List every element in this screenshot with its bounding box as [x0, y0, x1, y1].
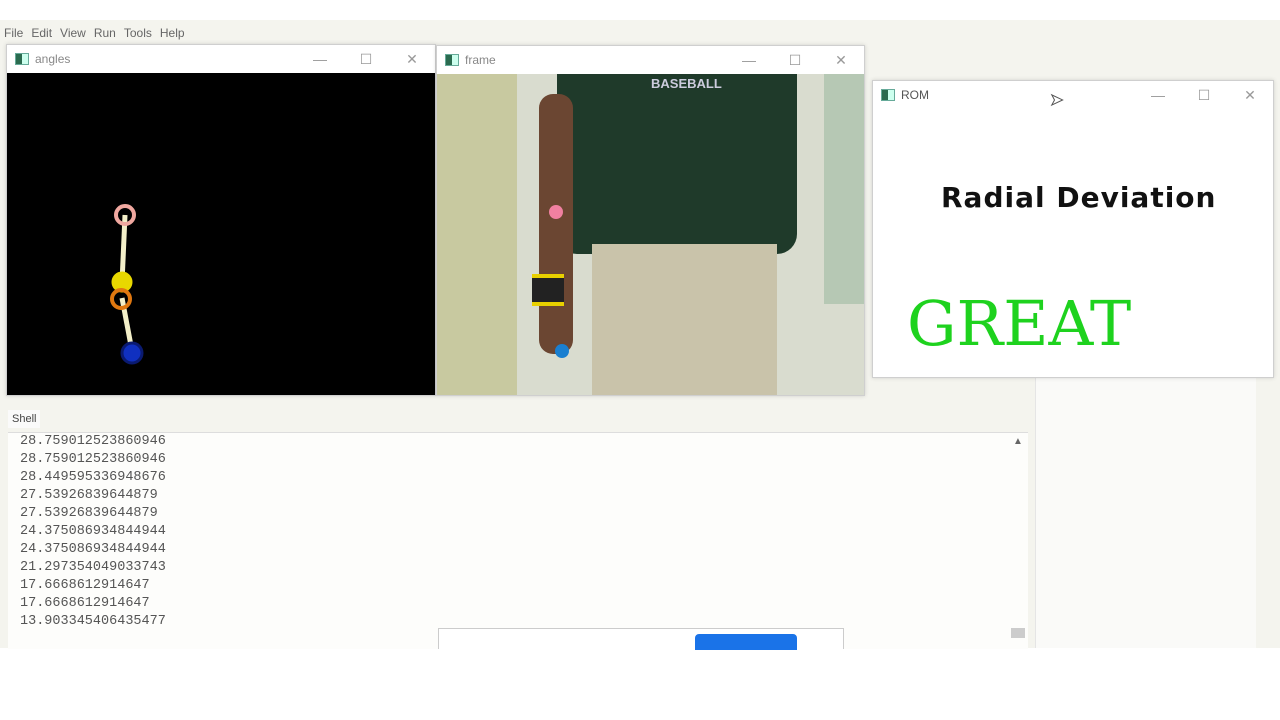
arm — [539, 94, 573, 354]
shell-line: 27.53926839644879 — [20, 488, 158, 503]
pink-marker — [549, 205, 563, 219]
shell-line: 17.6668612914647 — [20, 596, 150, 611]
shell-line: 17.6668612914647 — [20, 578, 150, 593]
title-bar: angles — ☐ ✕ — [7, 45, 435, 73]
window-title: angles — [35, 52, 71, 66]
window-title: frame — [465, 53, 496, 67]
menu-file[interactable]: File — [4, 26, 23, 40]
menu-help[interactable]: Help — [160, 26, 185, 40]
blue-marker — [555, 344, 569, 358]
window-title: ROM — [901, 88, 929, 102]
minimize-button[interactable]: — — [726, 46, 772, 74]
angles-window: angles — ☐ ✕ — [6, 44, 436, 396]
shell-line: 21.297354049033743 — [20, 560, 166, 575]
exercise-label: Radial Deviation — [941, 181, 1217, 214]
maximize-button[interactable]: ☐ — [772, 46, 818, 74]
maximize-button[interactable]: ☐ — [1181, 81, 1227, 109]
mouse-cursor: ➤ — [1049, 92, 1064, 110]
shell-line: 27.53926839644879 — [20, 506, 158, 521]
app-icon — [881, 89, 895, 101]
shell-line: 24.375086934844944 — [20, 542, 166, 557]
menu-view[interactable]: View — [60, 26, 86, 40]
door — [824, 74, 864, 304]
angles-canvas — [7, 73, 435, 395]
shell-line: 28.759012523860946 — [20, 434, 166, 449]
frame-window: frame — ☐ ✕ BASEBALL — [436, 45, 865, 396]
shell-line: 28.759012523860946 — [20, 452, 166, 467]
close-button[interactable]: ✕ — [1227, 81, 1273, 109]
maximize-button[interactable]: ☐ — [343, 45, 389, 73]
scroll-thumb[interactable] — [1011, 628, 1025, 638]
shell-output[interactable]: 28.759012523860946 28.759012523860946 28.4… — [8, 432, 1028, 649]
close-button[interactable]: ✕ — [389, 45, 435, 73]
menu-bar: File Edit View Run Tools Help — [4, 26, 185, 40]
title-bar: frame — ☐ ✕ — [437, 46, 864, 74]
shell-scrollbar[interactable]: ▲ — [1010, 436, 1026, 648]
feedback-label: GREAT — [907, 287, 1132, 360]
menu-tools[interactable]: Tools — [124, 26, 152, 40]
sweatshirt — [557, 74, 797, 254]
scroll-up-icon[interactable]: ▲ — [1010, 436, 1026, 447]
minimize-button[interactable]: — — [297, 45, 343, 73]
wrist-band — [532, 274, 564, 306]
app-icon — [15, 53, 29, 65]
primary-button[interactable] — [695, 634, 797, 650]
shell-line: 24.375086934844944 — [20, 524, 166, 539]
menu-edit[interactable]: Edit — [31, 26, 52, 40]
hand-marker — [120, 341, 144, 365]
minimize-button[interactable]: — — [1135, 81, 1181, 109]
wall — [437, 74, 517, 395]
app-icon — [445, 54, 459, 66]
webcam-frame: BASEBALL — [437, 74, 864, 395]
rom-window: ROM — ☐ ✕ Radial Deviation GREAT — [872, 80, 1274, 378]
trousers — [592, 244, 777, 395]
close-button[interactable]: ✕ — [818, 46, 864, 74]
joint-skeleton — [110, 204, 144, 365]
shirt-print: BASEBALL — [651, 76, 722, 91]
title-bar: ROM — ☐ ✕ — [873, 81, 1273, 109]
bottom-panel — [438, 628, 844, 650]
tab-shell[interactable]: Shell — [8, 410, 41, 428]
shell-line: 28.449595336948676 — [20, 470, 166, 485]
menu-run[interactable]: Run — [94, 26, 116, 40]
